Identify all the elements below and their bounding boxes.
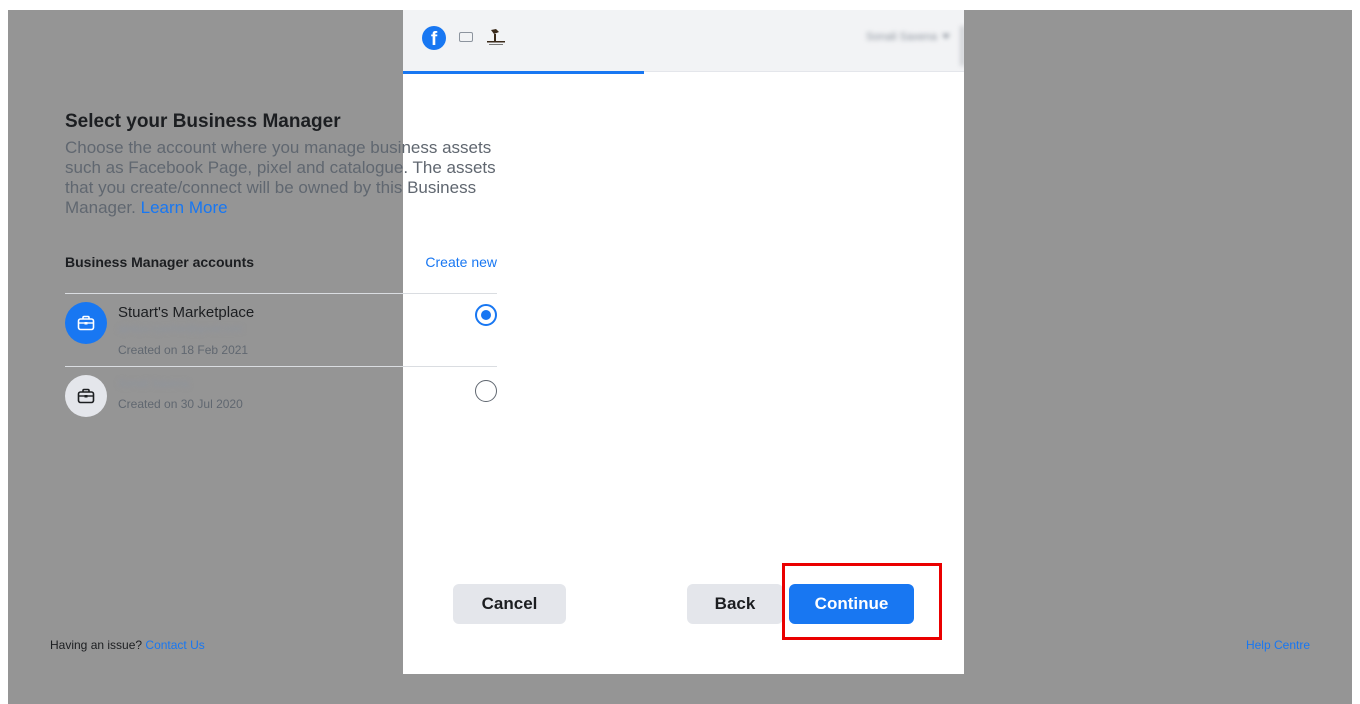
account-item-personal[interactable]: Sonali Saxena Created on 30 Jul 2020 <box>65 367 497 427</box>
user-menu[interactable]: Sonali Saxena <box>866 29 950 45</box>
page-icon <box>459 32 473 42</box>
cancel-button[interactable]: Cancel <box>453 584 566 624</box>
learn-more-link[interactable]: Learn More <box>141 198 228 217</box>
description-text: Choose the account where you manage busi… <box>65 138 496 217</box>
highlight-box <box>782 563 942 640</box>
account-radio[interactable] <box>475 380 497 402</box>
user-name: Sonali Saxena <box>866 31 937 43</box>
dialog-content: Select your Business Manager Choose the … <box>65 110 497 218</box>
account-created-date: Created on 18 Feb 2021 <box>118 343 249 357</box>
dialog-header: f Sonali Saxena <box>403 10 964 72</box>
caret-down-icon <box>942 34 950 39</box>
brand-logo-icon <box>487 29 505 45</box>
account-item-stuarts-marketplace[interactable]: Stuart's Marketplace ajinkya.vyavhar@gma… <box>65 294 497 366</box>
account-created-date: Created on 30 Jul 2020 <box>118 397 243 411</box>
progress-bar <box>403 71 644 74</box>
contact-us-link[interactable]: Contact Us <box>145 638 204 652</box>
accounts-list-header: Business Manager accounts Create new <box>65 254 497 272</box>
create-new-link[interactable]: Create new <box>425 254 497 270</box>
page-description: Choose the account where you manage busi… <box>65 138 497 218</box>
briefcase-icon <box>65 375 107 417</box>
account-name: Stuart's Marketplace <box>118 304 255 321</box>
back-button[interactable]: Back <box>687 584 783 624</box>
help-centre-link[interactable]: Help Centre <box>1246 638 1310 652</box>
accounts-header-title: Business Manager accounts <box>65 254 255 270</box>
facebook-logo-icon: f <box>422 26 446 50</box>
account-name: Sonali Saxena <box>118 378 189 390</box>
scrollbar-shadow <box>960 26 964 66</box>
briefcase-icon <box>65 302 107 344</box>
footer-issue: Having an issue? Contact Us <box>50 638 205 652</box>
issue-text: Having an issue? <box>50 638 143 652</box>
page-title: Select your Business Manager <box>65 111 341 132</box>
account-email: ajinkya.vyavhar@gmail.com <box>118 324 243 335</box>
account-radio-selected[interactable] <box>475 304 497 326</box>
